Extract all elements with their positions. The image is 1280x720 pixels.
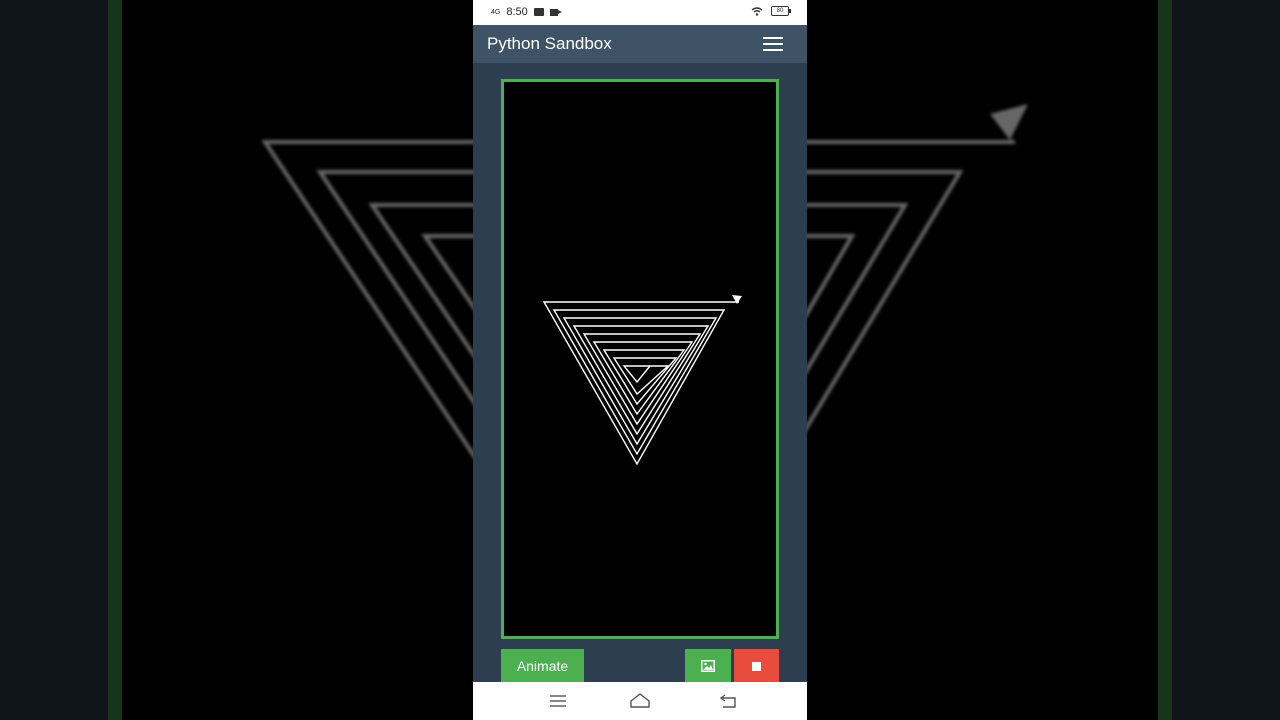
home-icon[interactable] — [630, 692, 650, 710]
app-header: Python Sandbox — [473, 25, 807, 63]
save-image-button[interactable] — [685, 649, 731, 683]
triangle-spiral-drawing — [542, 295, 742, 466]
menu-icon[interactable] — [548, 692, 568, 710]
stop-icon — [752, 661, 761, 671]
backdrop-edge-right — [1172, 0, 1280, 720]
status-time: 8:50 — [506, 6, 528, 18]
system-nav-bar — [473, 682, 807, 720]
turtle-canvas — [501, 79, 779, 639]
network-indicator: 4G — [491, 8, 501, 16]
hamburger-menu-icon[interactable] — [763, 37, 783, 51]
page-title: Python Sandbox — [487, 34, 612, 53]
phone-screen: 4G 8:50 80 Python Sandbox Animate — [473, 0, 807, 720]
image-icon — [701, 660, 715, 672]
animate-button[interactable]: Animate — [501, 649, 584, 683]
battery-icon: 80 — [771, 6, 791, 16]
backdrop-stripe-right — [1158, 0, 1172, 720]
video-icon — [549, 8, 562, 16]
back-icon[interactable] — [719, 692, 739, 710]
wifi-icon — [751, 6, 763, 16]
stop-button[interactable] — [734, 649, 779, 683]
spiral-path — [542, 301, 739, 466]
mail-icon — [533, 8, 544, 16]
status-bar: 4G 8:50 80 — [473, 0, 807, 25]
